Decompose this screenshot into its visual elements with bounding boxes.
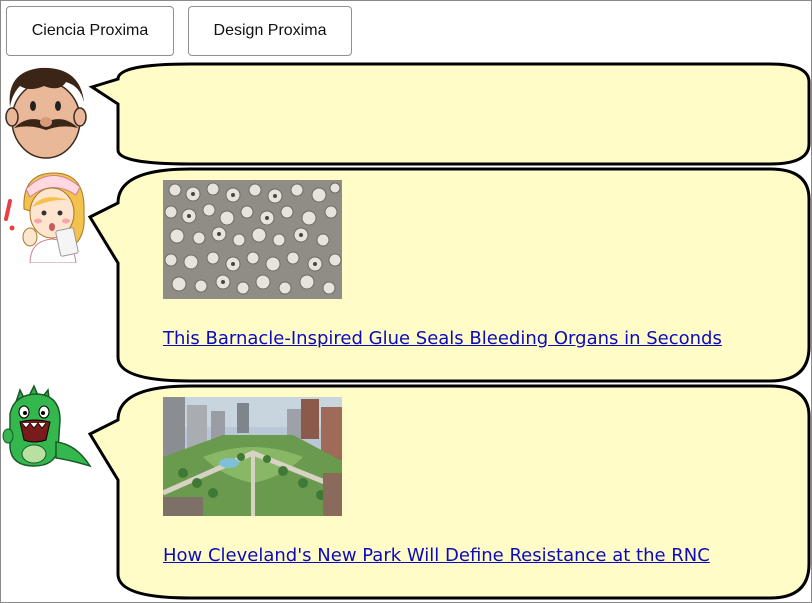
cleveland-park-article-image [163, 397, 342, 516]
cleveland-park-article-link[interactable]: How Cleveland's New Park Will Define Res… [163, 545, 710, 566]
design-proxima-button[interactable]: Design Proxima [188, 6, 352, 56]
speech-bubble [87, 384, 811, 600]
barnacle-article-link[interactable]: This Barnacle-Inspired Glue Seals Bleedi… [163, 328, 722, 349]
message-2: This Barnacle-Inspired Glue Seals Bleedi… [0, 167, 812, 385]
barnacle-article-image [163, 180, 342, 299]
speech-bubble [88, 62, 811, 166]
message-3: How Cleveland's New Park Will Define Res… [0, 384, 812, 602]
nurse-avatar [4, 172, 85, 263]
green-dinosaur-avatar [2, 384, 92, 468]
ciencia-proxima-button[interactable]: Ciencia Proxima [6, 6, 174, 56]
mustache-man-avatar [5, 67, 87, 159]
speech-bubble [87, 167, 811, 383]
message-1 [0, 62, 812, 168]
